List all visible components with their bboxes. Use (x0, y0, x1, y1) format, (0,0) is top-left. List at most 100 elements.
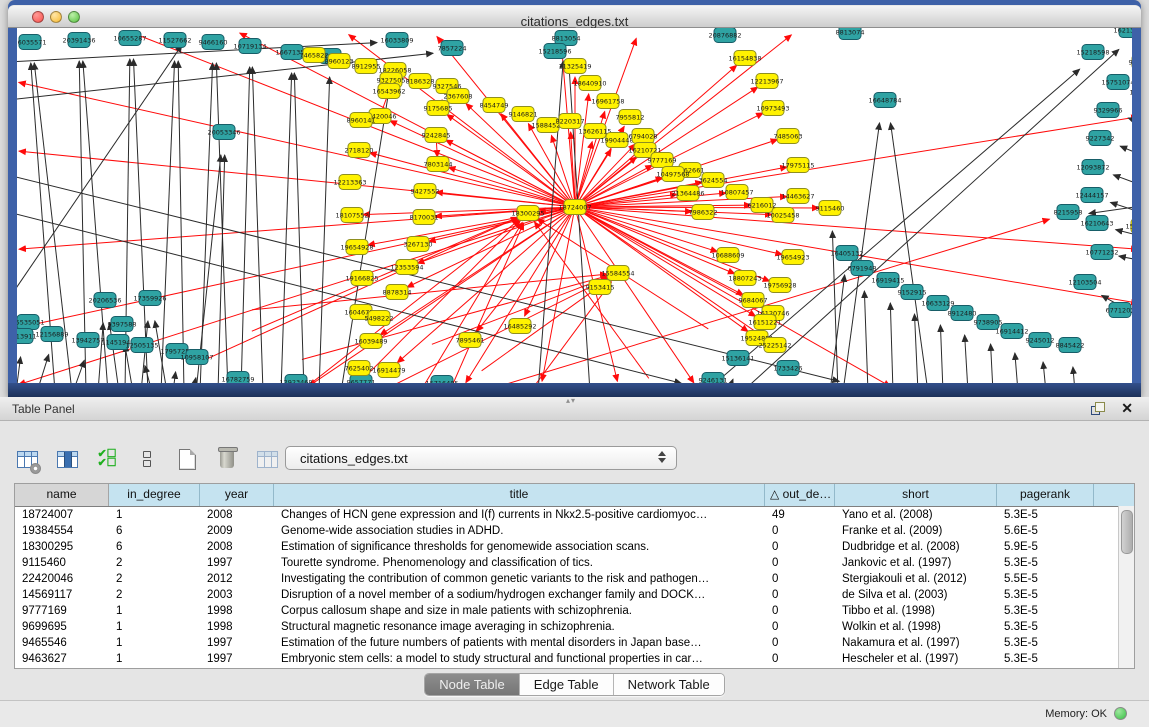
graph-node[interactable]: 9466160 (199, 35, 228, 50)
show-columns-icon[interactable] (54, 446, 80, 472)
panel-divider-grip[interactable]: ▴▾ (566, 396, 576, 405)
graph-node[interactable]: 16405132 (830, 246, 863, 261)
graph-node[interactable]: 16919415 (871, 273, 904, 288)
citation-edge-black[interactable] (914, 314, 917, 383)
graph-node[interactable]: 10688609 (711, 248, 744, 263)
row-height-icon[interactable] (134, 446, 160, 472)
table-row[interactable]: 969969511998Structural magnetic resonanc… (15, 619, 1134, 635)
graph-node[interactable]: 16961758 (591, 94, 624, 109)
graph-node[interactable]: 8170031 (410, 210, 439, 225)
graph-node[interactable]: 7857224 (438, 41, 467, 56)
table-row[interactable]: 1872400712008Changes of HCN gene express… (15, 507, 1134, 523)
table-row[interactable]: 911546021997Tourette syndrome. Phenomeno… (15, 555, 1134, 571)
column-header-name[interactable]: name (15, 484, 109, 506)
graph-node[interactable]: 16485292 (503, 319, 536, 334)
graph-node[interactable]: 6794028 (629, 129, 658, 144)
graph-node[interactable]: 9175685 (424, 101, 453, 116)
tab-edge-table[interactable]: Edge Table (520, 674, 614, 695)
citation-edge-black[interactable] (891, 123, 928, 383)
column-header-out-degree[interactable]: △ out_de… (765, 484, 835, 506)
citation-edge-black[interactable] (319, 77, 330, 383)
citation-edge-black[interactable] (991, 344, 993, 383)
table-mode-icon[interactable] (14, 446, 40, 472)
citation-edge-black[interactable] (38, 354, 49, 383)
column-header-year[interactable]: year (200, 484, 274, 506)
graph-node[interactable]: 20391436 (62, 33, 95, 48)
graph-node[interactable]: 9294202 (1129, 55, 1132, 70)
graph-node[interactable]: 8960123 (325, 54, 354, 69)
graph-node[interactable]: 19756928 (763, 278, 796, 293)
graph-node[interactable]: 9427552 (411, 184, 440, 199)
graph-node[interactable]: 8215958 (1054, 205, 1083, 220)
citation-edge-black[interactable] (1113, 175, 1132, 187)
graph-node[interactable]: 16213054 (1113, 28, 1132, 38)
citation-edge-black[interactable] (1073, 367, 1075, 383)
graph-node[interactable]: 12213967 (750, 74, 783, 89)
graph-node[interactable]: 7955812 (616, 110, 645, 125)
table-scrollbar[interactable] (1118, 506, 1134, 668)
graph-node[interactable]: 15953123 (1125, 219, 1132, 234)
graph-node[interactable]: 8454749 (480, 98, 509, 113)
graph-node[interactable]: 12444157 (1075, 188, 1108, 203)
citation-edge-black[interactable] (98, 323, 103, 383)
graph-node[interactable]: 19654923 (776, 250, 809, 265)
citation-edge-black[interactable] (281, 73, 292, 383)
table-row[interactable]: 1938455462009Genome-wide association stu… (15, 523, 1134, 539)
graph-node[interactable]: 16782759 (221, 372, 254, 384)
graph-node[interactable]: 9242845 (422, 128, 451, 143)
citation-edge-black[interactable] (17, 45, 182, 298)
citation-edge-black[interactable] (178, 61, 184, 383)
graph-node[interactable]: 10655287 (113, 31, 146, 46)
citation-edge-black[interactable] (241, 67, 250, 383)
graph-node[interactable]: 9684067 (739, 293, 768, 308)
graph-node[interactable]: 8186328 (406, 74, 435, 89)
citation-edge-black[interactable] (74, 360, 85, 383)
citation-edge-red[interactable] (525, 209, 575, 316)
graph-node[interactable]: 7986322 (689, 205, 718, 220)
graph-node[interactable]: 17975115 (781, 158, 814, 173)
table-row[interactable]: 946362711997Embryonic stem cells: a mode… (15, 651, 1134, 667)
graph-node[interactable]: 12752301 (1129, 85, 1132, 100)
table-row[interactable]: 977716911998Corpus callosum shape and si… (15, 603, 1134, 619)
window-titlebar[interactable]: citations_edges.txt (8, 5, 1141, 28)
close-panel-icon[interactable]: ✕ (1121, 400, 1133, 417)
table-row[interactable]: 1830029562008Estimation of significance … (15, 539, 1134, 555)
graph-node[interactable]: 9227342 (1086, 131, 1115, 146)
citation-edge-black[interactable] (145, 366, 152, 383)
graph-node[interactable]: 15751074 (1101, 75, 1132, 90)
graph-node[interactable]: 8960141 (347, 113, 376, 128)
graph-node[interactable]: 15535051 (17, 315, 45, 330)
graph-node[interactable]: 12103504 (1068, 275, 1101, 290)
graph-node[interactable]: 10807457 (720, 185, 753, 200)
citation-edge-red[interactable] (576, 209, 694, 383)
graph-node[interactable]: 15136141 (721, 351, 754, 366)
graph-node[interactable]: 8220317 (556, 114, 585, 129)
memory-status-icon[interactable] (1114, 707, 1127, 720)
citation-edge-black[interactable] (965, 335, 968, 383)
graph-node[interactable]: 16648784 (868, 93, 901, 108)
table-selector-dropdown[interactable]: citations_edges.txt (285, 446, 677, 470)
graph-node[interactable]: 9152915 (898, 285, 927, 300)
graph-node[interactable]: 5498222 (365, 311, 394, 326)
citation-edge-black[interactable] (216, 63, 228, 383)
graph-node[interactable]: 3913911 (17, 329, 36, 344)
citation-edge-black[interactable] (1110, 202, 1132, 214)
citation-edge-red[interactable] (370, 153, 573, 207)
tab-node-table[interactable]: Node Table (425, 674, 520, 695)
graph-node[interactable]: 16035571 (17, 35, 47, 50)
citation-edge-black[interactable] (1120, 146, 1132, 157)
graph-node[interactable]: 6791948 (848, 261, 877, 276)
citation-edge-red[interactable] (534, 222, 648, 379)
graph-node[interactable]: 10633129 (921, 296, 954, 311)
graph-node[interactable]: 17359926 (133, 291, 166, 306)
graph-node[interactable]: 14463627 (781, 189, 814, 204)
graph-node[interactable]: 9246131 (699, 373, 728, 384)
column-header-short[interactable]: short (835, 484, 997, 506)
graph-node[interactable]: 10719134 (233, 39, 266, 54)
citation-edge-red[interactable] (421, 222, 522, 383)
graph-node[interactable]: 12213363 (333, 175, 366, 190)
citation-edge-black[interactable] (1116, 230, 1132, 238)
graph-node[interactable]: 7803144 (424, 157, 453, 172)
table-row[interactable]: 2242004622012Investigating the contribut… (15, 571, 1134, 587)
graph-node[interactable]: 3267130 (404, 237, 433, 252)
